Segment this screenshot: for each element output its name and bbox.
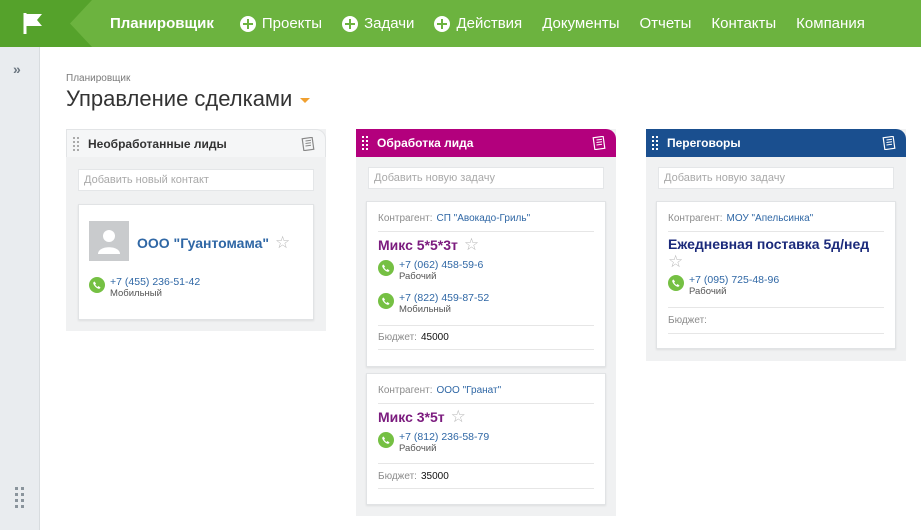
column-header: Необработанные лиды [66,129,326,157]
drag-handle-icon[interactable] [652,136,660,150]
main-nav: Планировщик Проекты Задачи Действия Доку… [90,0,875,47]
user-placeholder-icon [98,230,120,254]
column-lead-processing: Обработка лида Контрагент:СП "Авокадо-Гр… [356,129,616,516]
phone-number[interactable]: +7 (062) 458-59-6 [399,259,483,271]
expand-sidebar-icon[interactable]: » [13,61,21,77]
flag-logo-icon [23,13,42,34]
nav-planner[interactable]: Планировщик [90,0,230,47]
whatsapp-icon[interactable] [378,432,394,448]
phone-type: Рабочий [689,286,727,297]
add-task-input[interactable] [658,167,894,189]
left-sidebar: » [0,47,40,530]
phone-number[interactable]: +7 (822) 459-87-52 [399,292,489,304]
nav-actions[interactable]: Действия [424,0,532,47]
whatsapp-icon[interactable] [668,275,684,291]
page-title[interactable]: Управление сделками [66,86,311,112]
document-list-icon[interactable] [592,136,606,150]
star-icon[interactable]: ☆ [451,408,466,425]
contact-name-text: ООО "Гуантомама" [137,234,270,251]
phone-type: Рабочий [399,271,437,282]
deal-title[interactable]: Микс 5*5*3т ☆ [378,236,479,253]
nav-label: Задачи [364,15,415,32]
grip-icon[interactable] [15,487,25,511]
contractor-link[interactable]: МОУ "Апельсинка" [726,213,813,224]
nav-documents[interactable]: Документы [532,0,629,47]
logo[interactable] [0,0,70,47]
star-icon[interactable]: ☆ [668,253,683,270]
nav-label: Действия [456,15,523,32]
column-title: Обработка лида [377,136,474,150]
plus-circle-icon [239,15,256,32]
avatar [89,221,129,261]
column-header: Переговоры [646,129,906,157]
nav-contacts[interactable]: Контакты [701,0,786,47]
budget-row: Бюджет: 45000 [378,332,449,343]
contractor-row: Контрагент: СП "Авокадо-Гриль" [378,213,530,224]
column-title: Переговоры [667,136,741,150]
contractor-link[interactable]: ООО "Гранат" [436,385,501,396]
phone-number[interactable]: +7 (095) 725-48-96 [689,274,779,286]
whatsapp-icon[interactable] [89,277,105,293]
star-icon[interactable]: ☆ [275,234,290,251]
budget-label: Бюджет: [378,332,417,343]
column-negotiations: Переговоры Контрагент:МОУ "Апельсинка" Е… [646,129,906,361]
contact-card[interactable]: ООО "Гуантомама" ☆ +7 (455) 236-51-42 Мо… [78,204,314,320]
contractor-label: Контрагент: [378,385,433,396]
deal-title[interactable]: Микс 3*5т ☆ [378,408,466,425]
deal-card[interactable]: Контрагент: МОУ "Апельсинка" Ежедневная п… [656,201,896,349]
top-navigation-bar: Планировщик Проекты Задачи Действия Доку… [0,0,921,47]
column-unprocessed-leads: Необработанные лиды ООО "Гуантомама" ☆ +… [66,129,326,331]
nav-company[interactable]: Компания [786,0,875,47]
star-icon[interactable]: ☆ [464,236,479,253]
add-task-input[interactable] [368,167,604,189]
phone-type: Мобильный [110,288,162,299]
phone-type: Мобильный [399,304,451,315]
deal-title-text: Микс 5*5*3т [378,236,458,253]
drag-handle-icon[interactable] [73,136,81,151]
budget-row: Бюджет: [668,315,711,326]
phone-number[interactable]: +7 (812) 236-58-79 [399,431,489,443]
contractor-row: Контрагент: ООО "Гранат" [378,385,501,396]
nav-label: Проекты [261,15,323,32]
nav-projects[interactable]: Проекты [230,0,332,47]
phone-type: Рабочий [399,443,437,454]
drag-handle-icon[interactable] [362,136,370,150]
document-list-icon[interactable] [882,136,896,150]
contact-name[interactable]: ООО "Гуантомама" ☆ [137,234,290,251]
contractor-label: Контрагент: [378,213,433,224]
caret-down-icon[interactable] [300,98,311,103]
deal-card[interactable]: Контрагент: ООО "Гранат" Микс 3*5т ☆ +7 (… [366,373,606,505]
budget-value: 35000 [420,471,449,482]
contractor-label: Контрагент: [668,213,723,224]
nav-tasks[interactable]: Задачи [332,0,424,47]
add-contact-input[interactable] [78,169,314,191]
contractor-link[interactable]: СП "Авокадо-Гриль" [436,213,530,224]
page-title-text: Управление сделками [66,86,293,111]
deal-title-text: Микс 3*5т [378,408,445,425]
deal-title[interactable]: Ежедневная поставка 5д/нед [668,236,869,252]
document-list-icon[interactable] [301,137,315,151]
nav-reports[interactable]: Отчеты [630,0,702,47]
budget-label: Бюджет: [668,315,707,326]
nav-arrow-decoration [70,0,92,47]
column-header: Обработка лида [356,129,616,157]
contractor-row: Контрагент: МОУ "Апельсинка" [668,213,813,224]
column-title: Необработанные лиды [88,136,227,151]
whatsapp-icon[interactable] [378,260,394,276]
whatsapp-icon[interactable] [378,293,394,309]
plus-circle-icon [434,15,451,32]
plus-circle-icon [342,15,359,32]
budget-row: Бюджет: 35000 [378,471,449,482]
phone-number[interactable]: +7 (455) 236-51-42 [110,276,200,288]
deal-card[interactable]: Контрагент: СП "Авокадо-Гриль" Микс 5*5*3… [366,201,606,367]
budget-label: Бюджет: [378,471,417,482]
breadcrumb[interactable]: Планировщик [66,73,130,84]
budget-value: 45000 [420,332,449,343]
